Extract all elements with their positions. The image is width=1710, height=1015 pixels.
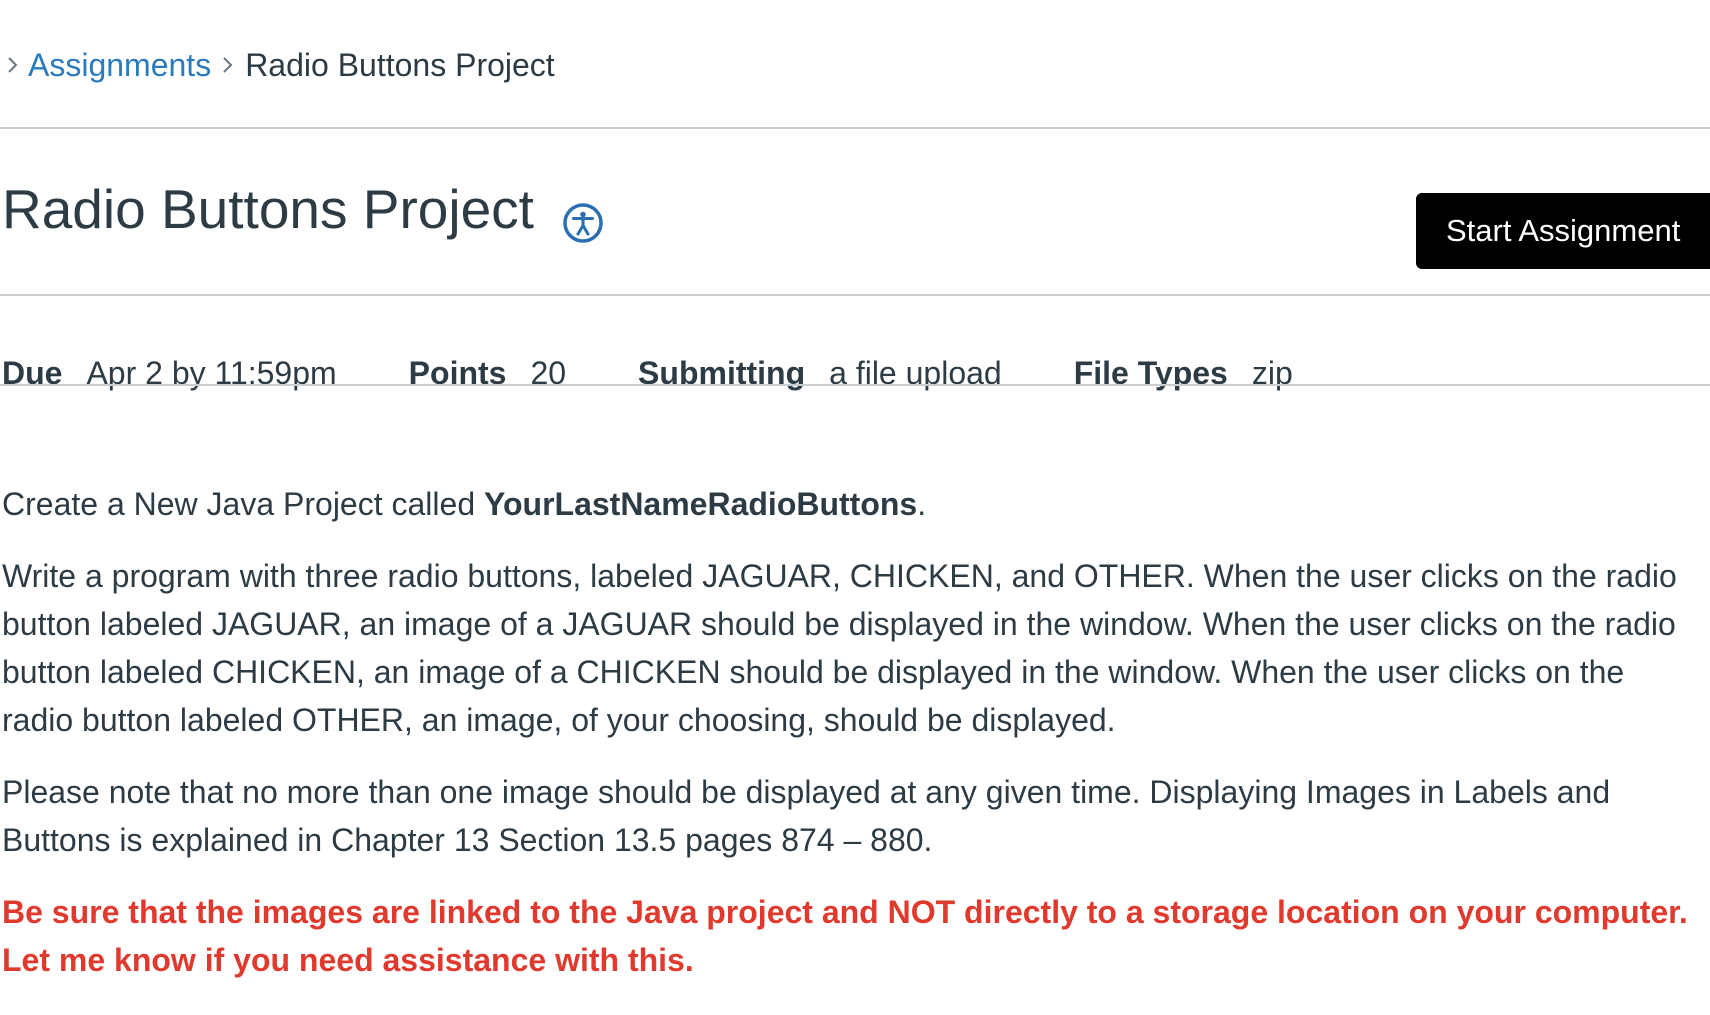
chevron-right-icon bbox=[215, 45, 241, 85]
assignment-description: Create a New Java Project called YourLas… bbox=[2, 480, 1702, 1008]
breadcrumb: Assignments Radio Buttons Project bbox=[0, 40, 555, 90]
page-title-row: Radio Buttons Project bbox=[2, 178, 604, 243]
chevron-right-icon bbox=[0, 45, 26, 85]
project-name: YourLastNameRadioButtons bbox=[484, 486, 918, 522]
accessibility-icon[interactable] bbox=[562, 194, 604, 243]
p1-prefix: Create a New Java Project called bbox=[2, 486, 484, 522]
description-paragraph-2: Write a program with three radio buttons… bbox=[2, 558, 1677, 738]
p1-suffix: . bbox=[917, 486, 927, 522]
warning-paragraph: Be sure that the images are linked to th… bbox=[2, 894, 1688, 978]
start-assignment-button[interactable]: Start Assignment bbox=[1416, 193, 1710, 269]
assignment-details: Due Apr 2 by 11:59pm Points 20 Submittin… bbox=[2, 348, 1293, 398]
breadcrumb-divider bbox=[0, 127, 1710, 129]
assignment-page: Assignments Radio Buttons Project Radio … bbox=[0, 0, 1710, 1015]
description-paragraph-3: Please note that no more than one image … bbox=[2, 774, 1611, 858]
header-divider bbox=[0, 294, 1710, 296]
details-divider bbox=[0, 384, 1710, 386]
breadcrumb-link-assignments[interactable]: Assignments bbox=[28, 47, 211, 84]
breadcrumb-current-page: Radio Buttons Project bbox=[245, 46, 555, 83]
page-title: Radio Buttons Project bbox=[2, 178, 534, 240]
description-paragraph-1: Create a New Java Project called YourLas… bbox=[2, 480, 1702, 528]
